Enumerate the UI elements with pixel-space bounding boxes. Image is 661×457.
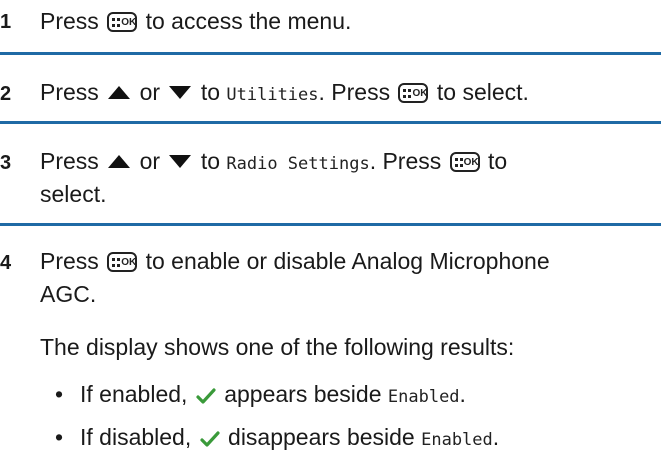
step-number: 2 — [0, 83, 12, 105]
result-suffix: . — [459, 381, 466, 407]
step-tail-text: to enable or disable Analog Microphone — [145, 248, 550, 274]
press-text: Press — [40, 8, 99, 34]
press-text: . Press — [369, 148, 442, 174]
enabled-value: Enabled — [387, 387, 460, 407]
result-intro: The display shows one of the following r… — [40, 334, 515, 360]
menu-target-utilities: Utilities — [226, 85, 319, 105]
checkmark-icon — [196, 388, 216, 404]
menu-ok-key-icon: OK — [107, 12, 138, 32]
step-number: 4 — [0, 252, 12, 274]
enabled-value: Enabled — [421, 430, 493, 450]
step-text: Press OK to enable or disable Analog Mic… — [40, 245, 658, 278]
result-middle: disappears beside — [228, 424, 415, 450]
step-divider — [0, 223, 661, 226]
down-arrow-icon — [169, 86, 192, 99]
checkmark-icon — [200, 431, 220, 447]
bullet: • — [55, 424, 64, 450]
result-text: If disabled, disappears beside Enabled. — [80, 421, 499, 457]
step-text: Press or to Radio Settings. Press OK to — [40, 145, 658, 181]
to-text: to — [200, 79, 220, 105]
or-text: or — [139, 79, 161, 105]
step-text-line2: AGC. — [40, 278, 658, 311]
result-prefix: If enabled, — [80, 381, 188, 407]
to-text: to — [200, 148, 220, 174]
step-divider — [0, 52, 661, 55]
up-arrow-icon — [108, 155, 131, 168]
menu-ok-key-icon: OK — [107, 252, 138, 272]
or-text: or — [139, 148, 161, 174]
step-tail-text: to select. — [436, 79, 529, 105]
step-text: Press or to Utilities. Press OK to selec… — [40, 76, 658, 112]
step-tail-text: to — [488, 148, 508, 174]
menu-ok-key-icon: OK — [398, 83, 429, 103]
step-text: Press OK to access the menu. — [40, 5, 658, 38]
result-suffix: . — [492, 424, 500, 450]
step-tail-text: select. — [40, 181, 107, 207]
step-text-line2: select. — [40, 178, 658, 211]
step-tail-text: AGC. — [40, 281, 97, 307]
press-text: Press — [40, 79, 99, 105]
result-prefix: If disabled, — [80, 424, 192, 450]
step-number: 3 — [0, 152, 12, 174]
result-text: If enabled, appears beside Enabled. — [80, 378, 466, 414]
menu-target-radio-settings: Radio Settings — [226, 154, 370, 174]
press-text: Press — [40, 148, 99, 174]
step-divider — [0, 121, 661, 124]
bullet: • — [55, 381, 64, 407]
down-arrow-icon — [169, 155, 192, 168]
up-arrow-icon — [108, 86, 131, 99]
press-text: Press — [40, 248, 99, 274]
step-tail-text: to access the menu. — [145, 8, 352, 34]
press-text: . Press — [318, 79, 391, 105]
menu-ok-key-icon: OK — [449, 152, 480, 172]
result-middle: appears beside — [224, 381, 382, 407]
step-number: 1 — [0, 11, 12, 33]
